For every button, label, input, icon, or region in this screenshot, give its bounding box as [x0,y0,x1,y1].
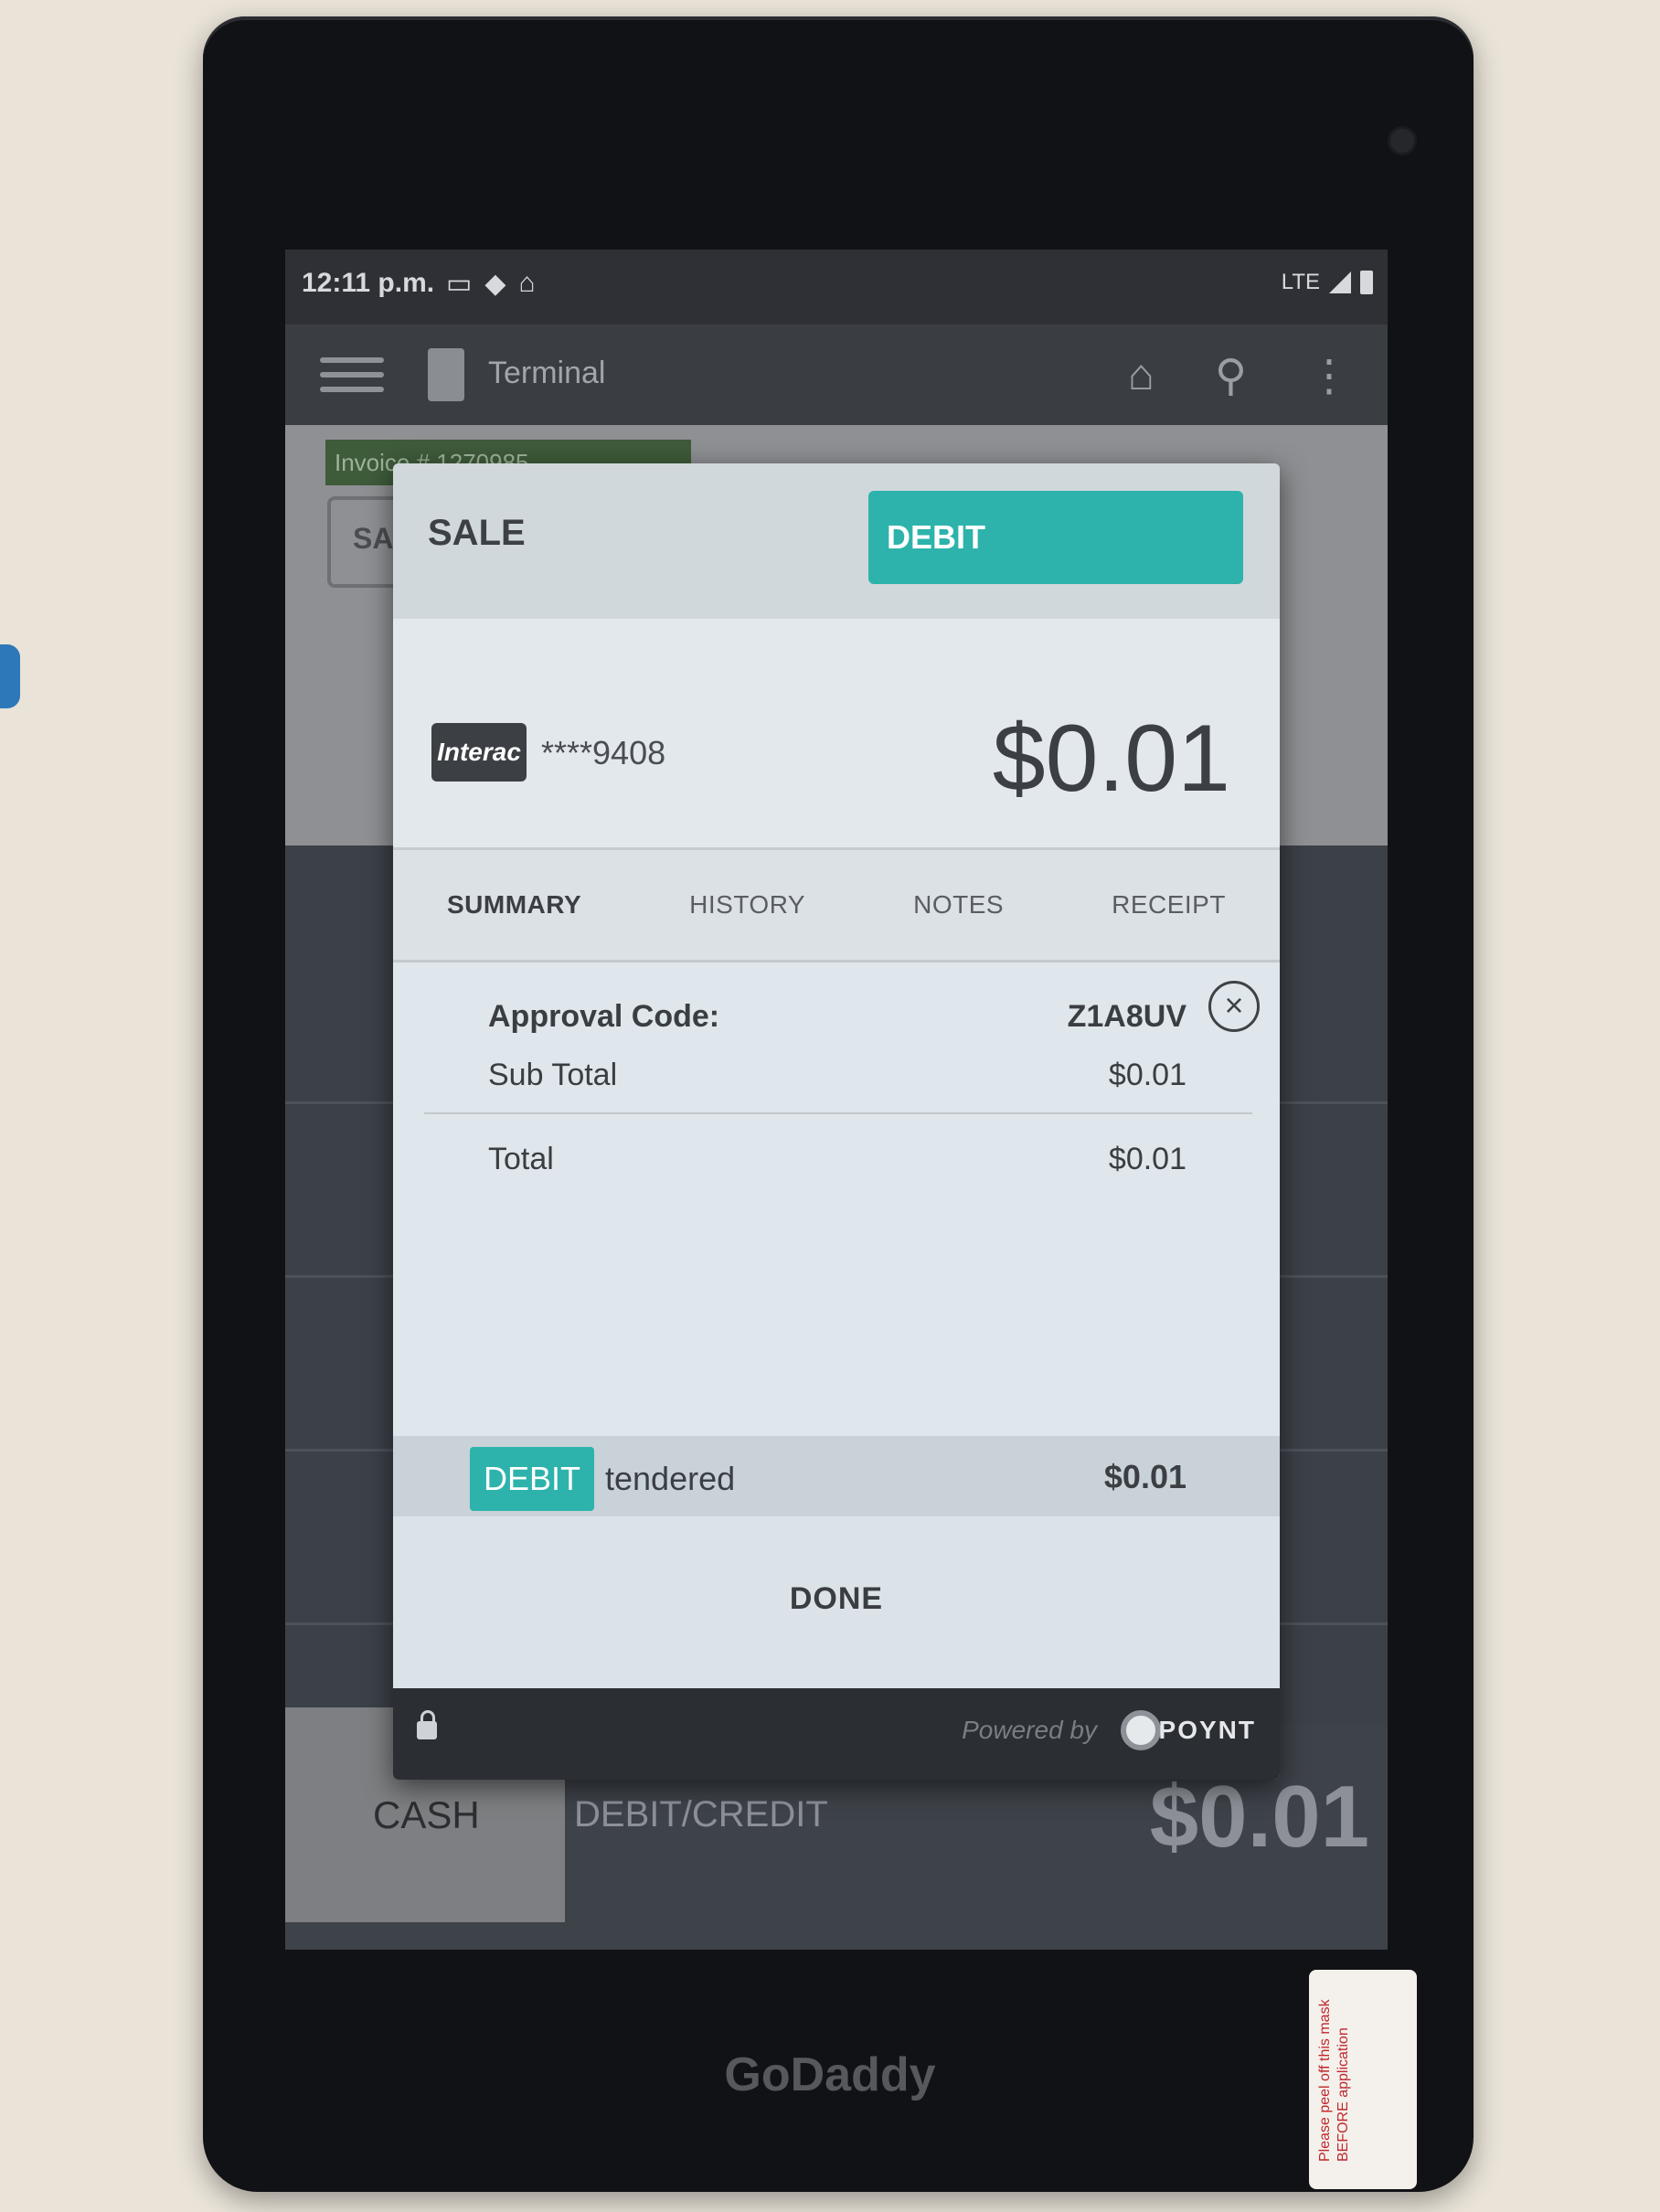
transaction-dialog: SALE DEBIT Interac ****9408 $0.01 SUMMAR… [393,463,1280,1780]
protective-film-text: Please peel off this mask BEFORE applica… [1317,1999,1351,2162]
dialog-tabs: SUMMARY HISTORY NOTES RECEIPT [393,850,1280,962]
tab-notes[interactable]: NOTES [913,890,1004,920]
summary-panel: Approval Code: Z1A8UV × Sub Total $0.01 … [393,962,1280,1438]
tender-bar: DEBIT tendered $0.01 [393,1436,1280,1516]
signal-icon [1329,271,1351,293]
interac-logo: Interac [431,723,527,782]
battery-icon [1360,271,1373,294]
screen-icon: ▭ [446,269,473,299]
approval-code: Z1A8UV [1067,999,1186,1034]
approval-row: Approval Code: Z1A8UV [488,999,1186,1035]
tender-label: tendered [605,1460,736,1497]
debit-credit-button[interactable]: DEBIT/CREDIT [574,1794,828,1835]
protective-film-tab: Please peel off this mask BEFORE applica… [1309,1970,1417,2189]
done-button[interactable]: DONE [740,1562,932,1635]
payment-method-button[interactable]: DEBIT [868,491,1243,584]
tender-amount: $0.01 [1103,1458,1186,1495]
background-total: $0.01 [1149,1768,1369,1866]
tab-receipt[interactable]: RECEIPT [1112,890,1226,920]
total-label: Total [488,1142,554,1176]
camera-icon [1388,126,1417,155]
app-title: Terminal [488,356,606,390]
status-time: 12:11 p.m. [302,268,435,298]
card-number: ****9408 [541,734,666,771]
dialog-footer: Powered by POYNT [393,1688,1280,1780]
app-actions: ⌂ ⚲ ⋮ [1128,350,1351,401]
close-icon[interactable]: × [1208,981,1260,1032]
layers-icon: ◆ [484,269,506,299]
pos-terminal-device: 12:11 p.m. ▭ ◆ ⌂ LTE Terminal ⌂ ⚲ ⋮ Invo… [203,16,1474,2192]
done-area: DONE [393,1516,1280,1688]
total-row: Total $0.01 [488,1142,1186,1177]
status-right: LTE [1282,270,1373,295]
tab-history[interactable]: HISTORY [689,890,805,920]
total-value: $0.01 [1108,1142,1186,1176]
approval-label: Approval Code: [488,999,720,1034]
menu-icon[interactable] [320,357,384,394]
app-bar: Terminal ⌂ ⚲ ⋮ [285,324,1388,425]
dialog-title: SALE [428,513,526,553]
home-icon[interactable]: ⌂ [1128,350,1155,401]
terminal-icon [428,348,464,401]
card-section: Interac ****9408 $0.01 [393,619,1280,850]
subtotal-value: $0.01 [1108,1058,1186,1092]
powered-by-label: Powered by [962,1716,1097,1744]
dialog-header: SALE DEBIT [393,463,1280,619]
transaction-amount: $0.01 [992,706,1230,812]
desk-sticker [0,644,20,708]
cash-label: CASH [373,1793,480,1836]
status-icons: ▭ ◆ ⌂ [446,268,536,300]
poynt-logo-icon [1121,1710,1161,1750]
overflow-menu-icon[interactable]: ⋮ [1307,350,1351,401]
search-icon[interactable]: ⚲ [1215,350,1247,401]
summary-divider [424,1112,1252,1114]
home-small-icon: ⌂ [518,268,536,298]
lock-icon [417,1710,437,1739]
subtotal-row: Sub Total $0.01 [488,1058,1186,1093]
poynt-wordmark: POYNT [1158,1716,1256,1744]
subtotal-label: Sub Total [488,1058,618,1092]
screen: 12:11 p.m. ▭ ◆ ⌂ LTE Terminal ⌂ ⚲ ⋮ Invo… [285,250,1388,1950]
network-label: LTE [1281,270,1320,294]
status-bar: 12:11 p.m. ▭ ◆ ⌂ LTE [285,250,1388,324]
tab-summary[interactable]: SUMMARY [447,890,581,920]
tender-method-badge: DEBIT [470,1447,594,1511]
